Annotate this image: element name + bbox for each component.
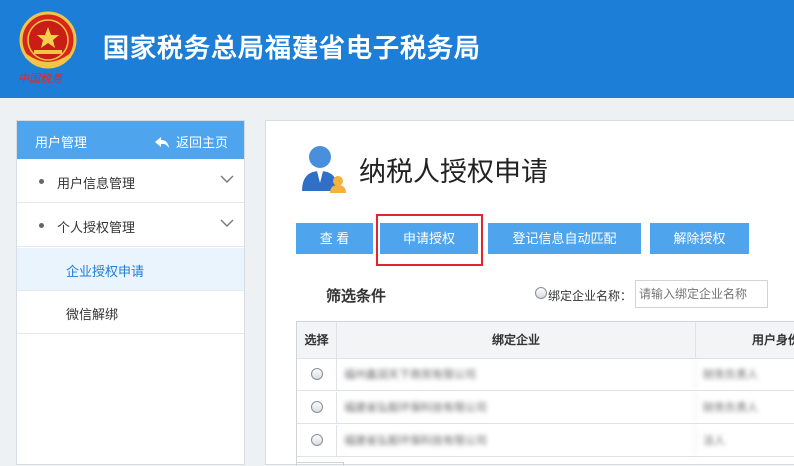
row-select-radio[interactable] bbox=[310, 401, 323, 413]
company-cell: 福建省弘毅环保科技有限公司 bbox=[337, 425, 696, 456]
company-name-label: 绑定企业名称： bbox=[548, 289, 633, 303]
back-arrow-icon bbox=[154, 137, 169, 148]
bullet-icon bbox=[39, 223, 44, 228]
table-row[interactable]: 福建省弘毅环保科技有限公司 法人 bbox=[297, 425, 794, 457]
emblem-signature: 中国税务 bbox=[18, 72, 62, 85]
filter-title: 筛选条件 bbox=[326, 287, 387, 305]
row-select-radio[interactable] bbox=[310, 368, 323, 380]
sidebar-header: 用户管理 返回主页 bbox=[17, 121, 244, 159]
sidebar-item-label: 企业授权申请 bbox=[66, 265, 145, 280]
sidebar-item-user-info[interactable]: 用户信息管理 bbox=[17, 160, 244, 203]
site-title: 国家税务总局福建省电子税务局 bbox=[103, 34, 482, 64]
table-row[interactable]: 福建省弘毅环保科技有限公司 财务负责人 bbox=[297, 392, 794, 424]
identity-cell: 法人 bbox=[703, 434, 725, 447]
table-row[interactable]: 福州鑫润天下商贸有限公司 财务负责人 bbox=[297, 359, 794, 391]
sidebar-item-personal-auth[interactable]: 个人授权管理 bbox=[17, 204, 244, 247]
auto-match-button[interactable]: 登记信息自动匹配 bbox=[488, 223, 641, 254]
company-table: 选择 绑定企业 用户身份 福州鑫润天下商贸有限公司 财务负责人 福建省弘毅环保科… bbox=[296, 321, 794, 466]
column-header-company: 绑定企业 bbox=[337, 322, 696, 358]
sidebar-item-label: 用户信息管理 bbox=[57, 177, 136, 192]
back-home-link[interactable]: 返回主页 bbox=[154, 132, 228, 151]
app-header: 中国税务 国家税务总局福建省电子税务局 bbox=[0, 0, 794, 98]
bullet-icon bbox=[39, 179, 44, 184]
row-select-radio[interactable] bbox=[310, 434, 323, 446]
identity-cell: 财务负责人 bbox=[703, 368, 758, 381]
sidebar-title: 用户管理 bbox=[35, 136, 88, 151]
main-panel: 纳税人授权申请 查 看 申请授权 登记信息自动匹配 解除授权 筛选条件 绑定企业… bbox=[265, 120, 794, 466]
sidebar-item-label: 微信解绑 bbox=[66, 308, 119, 323]
table-header-row: 选择 绑定企业 用户身份 bbox=[297, 322, 794, 359]
sidebar: 用户管理 返回主页 用户信息管理 个人授权管理 企业授权申请 微信解绑 bbox=[16, 120, 245, 465]
page-title: 纳税人授权申请 bbox=[359, 157, 548, 188]
identity-cell: 财务负责人 bbox=[703, 401, 758, 414]
back-home-label: 返回主页 bbox=[175, 136, 228, 151]
view-button[interactable]: 查 看 bbox=[296, 223, 373, 254]
column-header-identity: 用户身份 bbox=[752, 333, 794, 347]
company-name-input[interactable] bbox=[635, 280, 768, 308]
column-header-select: 选择 bbox=[297, 322, 337, 358]
chevron-down-icon[interactable] bbox=[220, 174, 234, 184]
company-cell: 福州鑫润天下商贸有限公司 bbox=[337, 359, 696, 390]
sidebar-item-wechat-unbind[interactable]: 微信解绑 bbox=[17, 291, 244, 334]
chevron-down-icon[interactable] bbox=[220, 218, 234, 228]
highlight-box bbox=[376, 214, 483, 266]
company-name-radio[interactable] bbox=[535, 287, 547, 299]
company-cell: 福建省弘毅环保科技有限公司 bbox=[337, 392, 696, 423]
revoke-authorization-button[interactable]: 解除授权 bbox=[650, 223, 749, 254]
sidebar-item-company-auth-apply[interactable]: 企业授权申请 bbox=[17, 248, 244, 291]
pager[interactable] bbox=[296, 462, 344, 466]
sidebar-item-label: 个人授权管理 bbox=[57, 221, 136, 236]
user-avatar-icon bbox=[302, 146, 346, 193]
